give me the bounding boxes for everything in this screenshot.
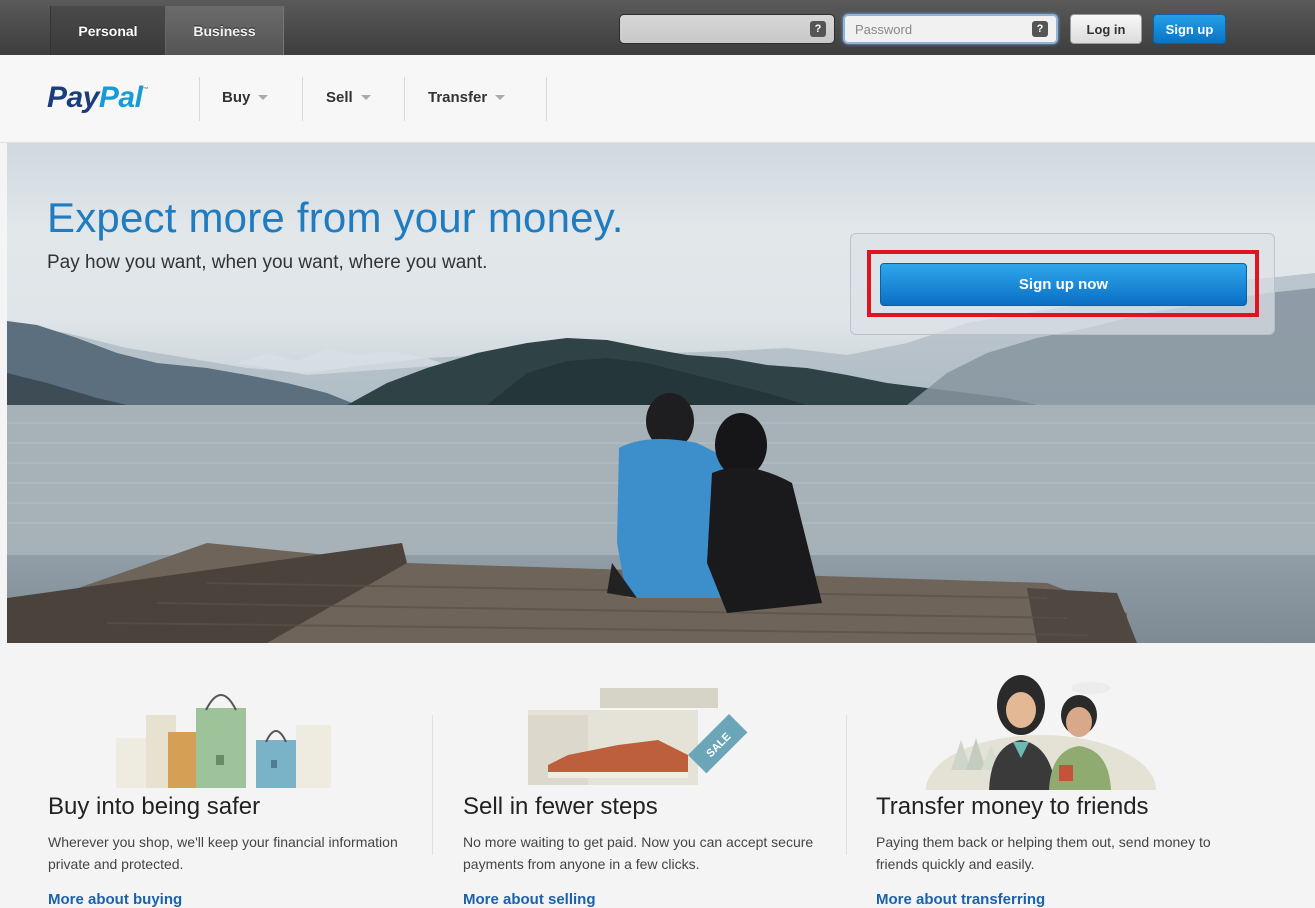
feature-description: Paying them back or helping them out, se… xyxy=(876,834,1211,872)
chevron-down-icon xyxy=(495,95,506,100)
feature-transfer: Transfer money to friends Paying them ba… xyxy=(876,660,1276,908)
two-friends-icon xyxy=(926,675,1156,790)
more-about-buying-link[interactable]: More about buying xyxy=(48,891,182,908)
shopping-bags-icon xyxy=(116,694,331,788)
nav-item-sell[interactable]: Sell xyxy=(326,89,371,106)
main-nav: PayPal™ Buy Sell Transfer xyxy=(0,55,1315,143)
nav-divider xyxy=(404,77,405,121)
feature-title: Transfer money to friends xyxy=(876,793,1149,820)
help-icon[interactable]: ? xyxy=(1032,21,1048,37)
hero-title: Expect more from your money. xyxy=(47,194,624,241)
feature-title: Buy into being safer xyxy=(48,793,261,820)
nav-item-transfer[interactable]: Transfer xyxy=(428,89,506,106)
paypal-logo[interactable]: PayPal™ xyxy=(47,81,148,115)
nav-item-label: Transfer xyxy=(428,89,488,106)
email-input[interactable] xyxy=(620,15,790,43)
signup-now-button[interactable]: Sign up now xyxy=(880,263,1247,306)
feature-description: Wherever you shop, we'll keep your finan… xyxy=(48,834,398,872)
nav-divider xyxy=(546,77,547,121)
password-field[interactable]: ? xyxy=(843,14,1058,44)
chevron-down-icon xyxy=(258,95,269,100)
logo-pay: Pay xyxy=(47,81,99,114)
shoe-sale-tag-icon: SALE xyxy=(528,688,748,785)
more-about-selling-link[interactable]: More about selling xyxy=(463,891,596,908)
nav-divider xyxy=(302,77,303,121)
password-input[interactable] xyxy=(845,16,1015,42)
more-about-transferring-link[interactable]: More about transferring xyxy=(876,891,1045,908)
feature-title: Sell in fewer steps xyxy=(463,793,658,820)
email-field[interactable]: ? xyxy=(619,14,835,44)
login-button[interactable]: Log in xyxy=(1070,14,1142,44)
tab-business[interactable]: Business xyxy=(166,6,284,55)
nav-item-label: Buy xyxy=(222,89,251,106)
feature-description: No more waiting to get paid. Now you can… xyxy=(463,834,814,872)
nav-item-label: Sell xyxy=(326,89,353,106)
hero-banner: Expect more from your money. Pay how you… xyxy=(7,143,1315,643)
nav-divider xyxy=(199,77,200,121)
chevron-down-icon xyxy=(360,95,371,100)
top-bar: Personal Business ? ? Log in Sign up xyxy=(0,0,1315,55)
logo-pal: Pal xyxy=(98,81,143,114)
signup-button[interactable]: Sign up xyxy=(1153,14,1226,44)
nav-item-buy[interactable]: Buy xyxy=(222,89,269,106)
hero-subtitle: Pay how you want, when you want, where y… xyxy=(47,252,488,273)
feature-sell: SALE Sell in fewer steps No more waiting… xyxy=(463,660,863,908)
help-icon[interactable]: ? xyxy=(810,21,826,37)
tab-personal[interactable]: Personal xyxy=(50,6,166,55)
feature-buy: Buy into being safer Wherever you shop, … xyxy=(48,660,448,908)
logo-trademark: ™ xyxy=(142,87,148,93)
